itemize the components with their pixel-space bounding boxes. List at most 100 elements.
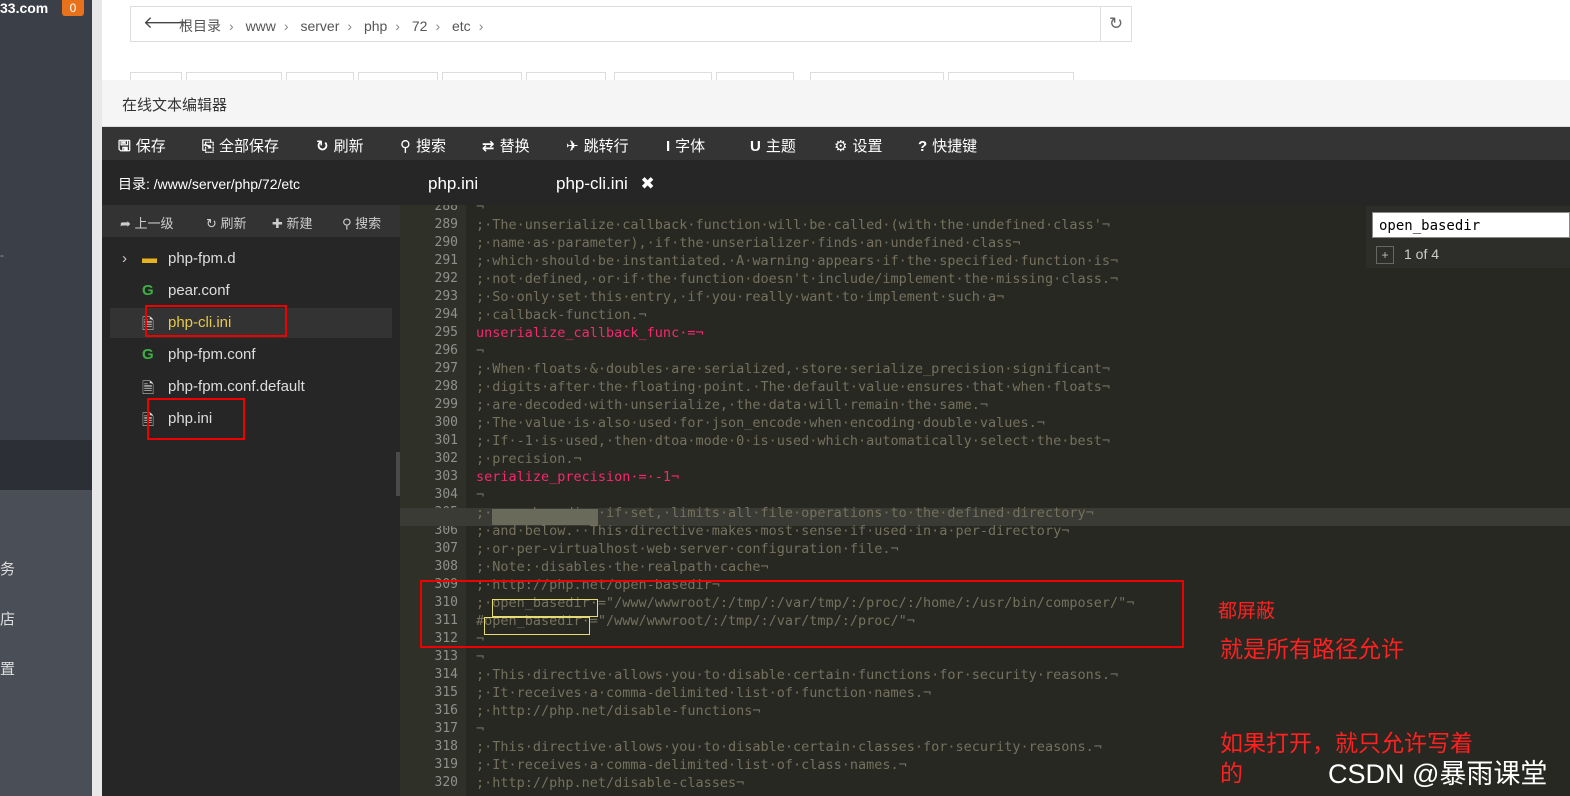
breadcrumb-item[interactable]: www [246, 18, 276, 34]
tree-item-php-fpm-d[interactable]: › ▬ php-fpm.d [110, 244, 392, 274]
theme-button[interactable]: U 主题 [750, 135, 796, 156]
code-line: ;·This·directive·allows·you·to·disable·c… [476, 739, 1102, 755]
save-all-label: 全部保存 [219, 138, 280, 155]
annotation-box-php-cli [145, 305, 287, 337]
file-name: pear.conf [168, 282, 230, 299]
plus-icon: ✚ [272, 216, 283, 231]
line-number: 304 [434, 487, 458, 502]
tab-php-ini[interactable]: php.ini [428, 174, 478, 194]
breadcrumb-item[interactable]: 根目录 [179, 18, 221, 34]
code-line: ;·callback-function.¬ [476, 307, 647, 323]
line-number: 303 [434, 469, 458, 484]
line-number: 315 [434, 685, 458, 700]
line-number: 308 [434, 559, 458, 574]
background-buttons [130, 72, 1570, 81]
current-directory: 目录: /www/server/php/72/etc [118, 176, 301, 192]
shortcuts-button[interactable]: ? 快捷键 [918, 135, 977, 156]
editor-titlebar: 在线文本编辑器 [102, 80, 1570, 127]
code-line: ¬ [476, 205, 485, 215]
code-line: ;·This·directive·allows·you·to·disable·c… [476, 667, 1119, 683]
brand-text: 33.com [0, 0, 49, 16]
code-line: ;·digits·after·the·floating·point.·The·d… [476, 379, 1110, 395]
annotation-note-3b: 的 [1220, 760, 1243, 786]
theme-label: 主题 [765, 138, 796, 155]
code-line: ;·and·below.··This·directive·makes·most·… [476, 523, 1070, 539]
code-line: ¬ [476, 649, 485, 665]
line-number: 301 [434, 433, 458, 448]
code-line: serialize_precision·=·-1¬ [476, 469, 680, 485]
tree-item-pear-conf[interactable]: G pear.conf [110, 276, 392, 306]
tree-refresh-button[interactable]: ↻ 刷新 [206, 213, 247, 232]
up-level-button[interactable]: ➦ 上一级 [120, 213, 174, 232]
save-all-button[interactable]: ⎘ 全部保存 [202, 135, 279, 156]
chevron-right-icon: › [229, 18, 234, 34]
tab-php-cli-ini[interactable]: php-cli.ini ✖ [556, 174, 655, 194]
line-number: 294 [434, 307, 458, 322]
refresh-icon[interactable]: ↻ [1100, 7, 1131, 41]
save-button[interactable]: 🖫 保存 [118, 135, 166, 161]
breadcrumb-item[interactable]: 72 [412, 18, 428, 34]
tree-search-label: 搜索 [355, 216, 382, 231]
code-line: ;·are·decoded·with·unserialize,·the·data… [476, 397, 989, 413]
code-line: ;·http://php.net/disable-functions¬ [476, 703, 761, 719]
line-number: 298 [434, 379, 458, 394]
code-editor[interactable]: 288 289 290 291 292 293 294 295 296 297 298 299 300 3… [400, 205, 1570, 796]
tree-refresh-label: 刷新 [220, 216, 247, 231]
line-number-gutter: 288 289 290 291 292 293 294 295 296 297 298 299 300 3… [400, 205, 466, 796]
sidebar-selected-item[interactable] [0, 440, 92, 490]
code-line: ;·or·per-virtualhost·web·server·configur… [476, 541, 899, 557]
sidebar-submenu: 务 店 置 [0, 490, 92, 796]
tree-search-button[interactable]: ⚲ 搜索 [342, 213, 381, 232]
breadcrumb: 根目录 › www › server › php › 72 › etc › [179, 16, 491, 36]
line-number: 320 [434, 775, 458, 790]
refresh-label: 刷新 [333, 138, 364, 155]
code-line: ;·It·receives·a·comma-delimited·list·of·… [476, 757, 907, 773]
close-icon[interactable]: ✖ [641, 174, 655, 193]
code-line: ;·Note:·disables·the·realpath·cache¬ [476, 559, 769, 575]
code-line: ;·http://php.net/disable-classes¬ [476, 775, 745, 791]
font-button[interactable]: I 字体 [666, 135, 705, 156]
sidebar-item-3[interactable]: 置 [0, 658, 15, 679]
line-number: 296 [434, 343, 458, 358]
line-number: 295 [434, 325, 458, 340]
sidebar-item-2[interactable]: 店 [0, 608, 15, 629]
find-options-toggle[interactable]: + [1376, 246, 1394, 264]
editor-title: 在线文本编辑器 [122, 97, 228, 114]
shortcuts-label: 快捷键 [932, 138, 978, 155]
replace-icon: ⇄ [482, 138, 495, 155]
chevron-right-icon[interactable]: › [122, 250, 127, 267]
new-file-button[interactable]: ✚ 新建 [272, 213, 313, 232]
code-line: ;·When·floats·&·doubles·are·serialized,·… [476, 361, 1110, 377]
code-line: ;·precision.¬ [476, 451, 582, 467]
tree-item-php-fpm-conf[interactable]: G php-fpm.conf [110, 340, 392, 370]
sidebar-item-1[interactable]: 务 [0, 558, 15, 579]
divider-strip [92, 0, 102, 796]
save-icon: 🖫 [118, 138, 131, 155]
line-number: 288 [434, 205, 458, 214]
online-text-editor: 在线文本编辑器 🖫 保存 ⎘ 全部保存 ↻ 刷新 ⚲ 搜索 ⇄ 替换 ✈ 跳转行 I 字体 U… [102, 80, 1570, 796]
line-number: 314 [434, 667, 458, 682]
code-line: unserialize_callback_func·=¬ [476, 325, 704, 341]
settings-button[interactable]: ⚙ 设置 [834, 135, 882, 156]
breadcrumb-item[interactable]: server [300, 18, 339, 34]
line-number: 307 [434, 541, 458, 556]
breadcrumb-item[interactable]: etc [452, 18, 471, 34]
replace-button[interactable]: ⇄ 替换 [482, 135, 530, 156]
find-input[interactable]: open_basedir [1372, 212, 1570, 238]
search-button[interactable]: ⚲ 搜索 [400, 135, 446, 156]
search-icon: ⚲ [400, 138, 411, 155]
code-line: ;·So·only·set·this·entry,·if·you·really·… [476, 289, 1005, 305]
search-icon: ⚲ [342, 216, 352, 231]
breadcrumb-item[interactable]: php [364, 18, 387, 34]
tab-label: php-cli.ini [556, 174, 628, 193]
nav-marker: - [0, 248, 4, 262]
line-number: 300 [434, 415, 458, 430]
code-line: ¬ [476, 487, 485, 503]
refresh-button[interactable]: ↻ 刷新 [316, 135, 364, 156]
config-file-icon: G [142, 346, 154, 363]
app-sidebar: 33.com 0 - 务 店 置 [0, 0, 92, 796]
code-line: ;·not·defined,·or·if·the·function·doesn'… [476, 271, 1119, 287]
goto-line-button[interactable]: ✈ 跳转行 [566, 135, 629, 156]
notification-badge[interactable]: 0 [62, 0, 84, 16]
annotation-note-2: 就是所有路径允许 [1220, 636, 1404, 662]
